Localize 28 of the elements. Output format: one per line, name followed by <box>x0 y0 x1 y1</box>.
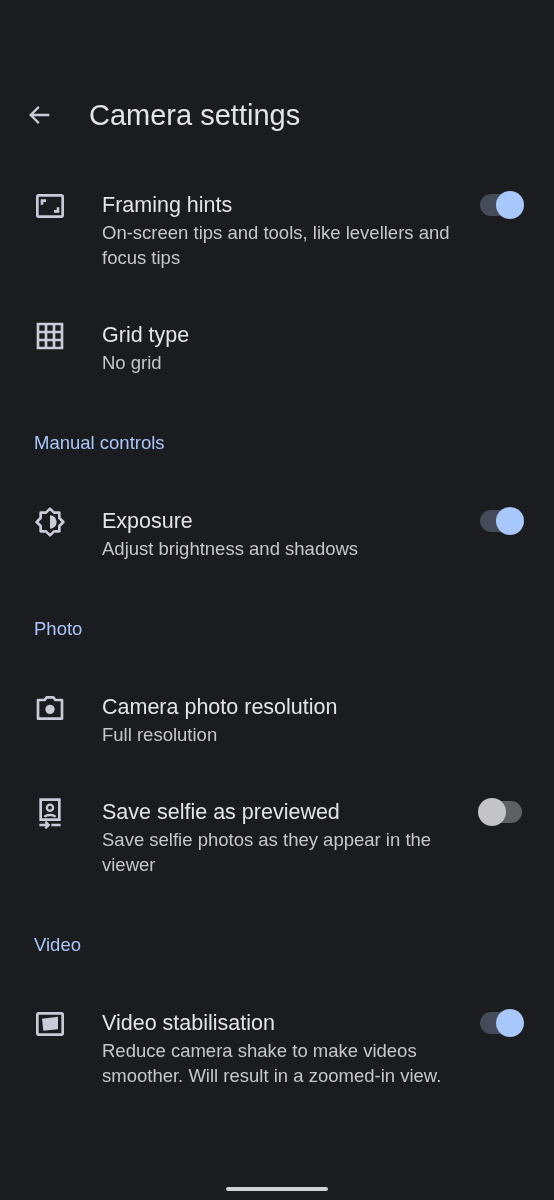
setting-row[interactable]: Save selfie as previewed Save selfie photos as they appear in the viewer <box>0 772 554 902</box>
setting-row[interactable]: Video stabilisation Reduce camera shake to make videos smoother. Will result in a zoomed-in view. <box>0 983 554 1113</box>
section-header: Video <box>33 933 82 957</box>
setting-description: On-screen tips and tools, like levellers and focus tips <box>102 221 451 270</box>
toggle-switch[interactable] <box>478 507 524 535</box>
setting-title: Exposure <box>102 508 194 535</box>
setting-title: Framing hints <box>102 192 234 219</box>
setting-title: Camera photo resolution <box>102 694 339 721</box>
toggle-switch[interactable] <box>478 798 524 826</box>
setting-row[interactable]: Framing hints On-screen tips and tools, like levellers and focus tips <box>0 165 554 295</box>
screen-title: Camera settings <box>89 98 301 132</box>
setting-row[interactable]: Camera photo resolution Full resolution <box>0 667 554 772</box>
toggle-switch[interactable] <box>478 191 524 219</box>
setting-title: Grid type <box>102 322 191 349</box>
setting-title: Video stabilisation <box>102 1010 276 1037</box>
section-header: Manual controls <box>33 431 166 455</box>
setting-description: Save selfie photos as they appear in the viewer <box>102 828 433 877</box>
grid-icon <box>34 320 66 352</box>
setting-row[interactable]: Exposure Adjust brightness and shadows <box>0 481 554 586</box>
setting-description: Reduce camera shake to make videos smoother. Will result in a zoomed-in view. <box>102 1039 443 1088</box>
setting-title: Save selfie as previewed <box>102 799 341 826</box>
setting-row[interactable]: Grid type No grid <box>0 295 554 400</box>
brightness-icon <box>34 506 66 538</box>
section-header: Photo <box>33 617 84 641</box>
setting-description: Full resolution <box>102 723 219 747</box>
toggle-switch[interactable] <box>478 1009 524 1037</box>
setting-description: Adjust brightness and shadows <box>102 537 360 561</box>
setting-description: No grid <box>102 351 163 375</box>
